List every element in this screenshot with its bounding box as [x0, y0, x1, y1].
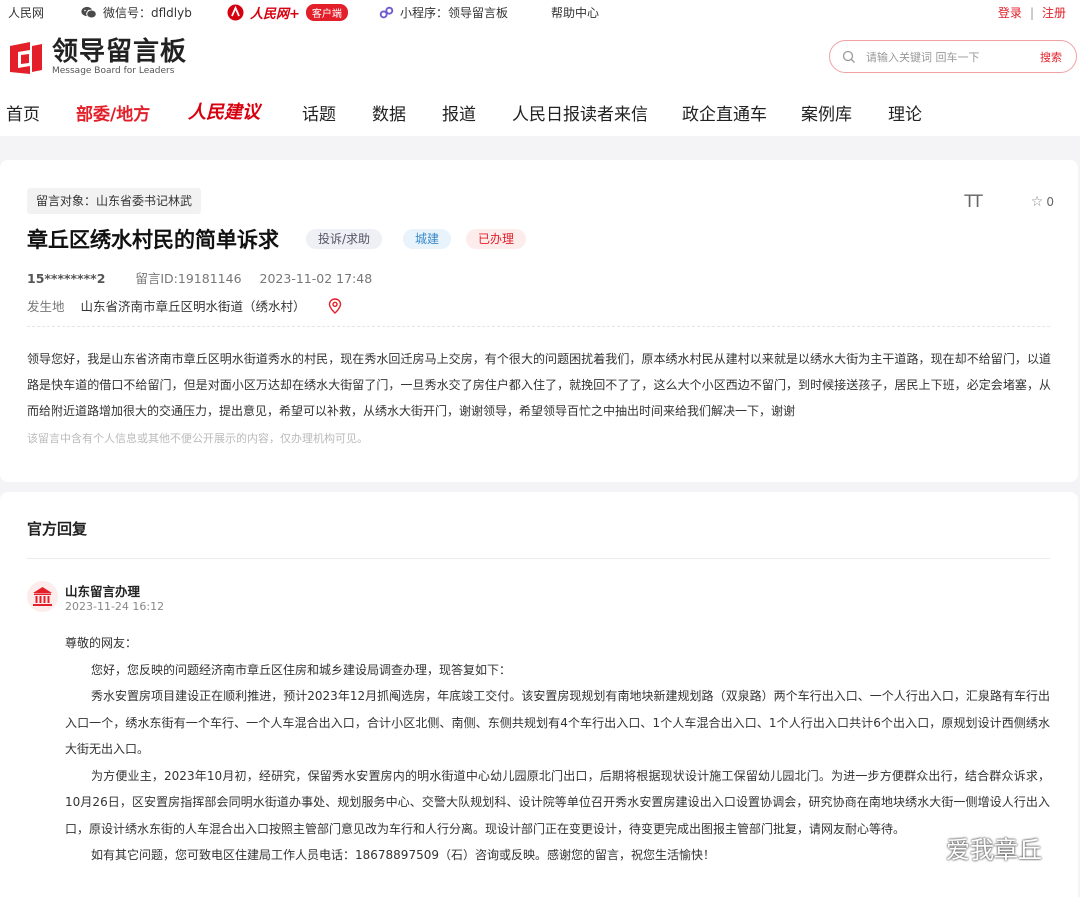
message-datetime: 2023-11-02 17:48 — [259, 271, 373, 286]
nav-readers-letters[interactable]: 人民日报读者来信 — [512, 100, 648, 125]
auth-separator: | — [1029, 6, 1034, 20]
main-nav: 首页 部委/地方 人民建议 话题 数据 报道 人民日报读者来信 政企直通车 案例… — [0, 98, 1080, 125]
wechat-icon — [81, 6, 97, 19]
message-tools: TT ☆ 0 — [964, 192, 1054, 212]
nav-home[interactable]: 首页 — [6, 100, 40, 125]
reply-paragraph: 如有其它问题，您可致电区住建局工作人员电话：18678897509（石）咨询或反… — [91, 848, 715, 862]
watermark: 爱我章丘 — [908, 830, 1042, 865]
reply-paragraph: 您好，您反映的问题经济南市章丘区住房和城乡建设局调查办理，现答复如下： — [91, 662, 512, 677]
register-link[interactable]: 注册 — [1042, 6, 1066, 20]
reply-card: 官方回复 山东留言办理 2023-11-24 16:12 尊敬的网友： 您好，您… — [0, 492, 1078, 897]
message-location: 发生地 山东省济南市章丘区明水街道（绣水村） — [27, 296, 342, 315]
site-link[interactable]: 人民网 — [8, 4, 44, 21]
tag-complaint[interactable]: 投诉/求助 — [306, 229, 383, 249]
star-icon[interactable]: ☆ — [1031, 194, 1044, 210]
location-label: 发生地 — [27, 299, 65, 314]
rmw-logo-icon — [227, 4, 244, 21]
search-input[interactable] — [866, 48, 1026, 66]
reply-org: 山东留言办理 — [65, 584, 141, 599]
rmw-logo-text: 人民网+ — [250, 7, 300, 22]
wechat-icon — [908, 836, 938, 859]
brand-mark-icon — [10, 41, 42, 74]
client-badge: 客户端 — [305, 4, 348, 21]
message-content: 领导您好，我是山东省济南市章丘区明水街道秀水的村民，现在秀水回迁房马上交房，有个… — [27, 352, 1051, 418]
login-link[interactable]: 登录 — [998, 6, 1022, 20]
reply-datetime: 2023-11-24 16:12 — [65, 600, 165, 613]
message-card: 留言对象：山东省委书记林武 TT ☆ 0 章丘区绣水村民的简单诉求 投诉/求助 … — [0, 160, 1078, 482]
reply-salutation: 尊敬的网友： — [65, 636, 138, 650]
favorite-count: 0 — [1046, 195, 1054, 209]
brand-name-cn: 领导留言板 — [52, 37, 188, 67]
wechat-account[interactable]: 微信号：dfldlyb — [81, 4, 192, 21]
nav-case-library[interactable]: 案例库 — [801, 100, 852, 125]
privacy-note: 该留言中含有个人信息或其他不便公开展示的内容，仅办理机构可见。 — [27, 432, 368, 445]
reply-paragraph: 秀水安置房项目建设正在顺利推进，预计2023年12月抓阄选房，年底竣工交付。该安… — [65, 689, 1050, 756]
message-target-label: 留言对象：山东省委书记林武 — [27, 188, 202, 214]
nav-reports[interactable]: 报道 — [442, 100, 476, 125]
miniprogram-icon — [379, 6, 394, 19]
avatar — [27, 581, 58, 612]
brand-logo[interactable]: 领导留言板 Message Board for Leaders — [8, 38, 187, 77]
location-pin-icon[interactable] — [328, 297, 342, 314]
brand-name-en: Message Board for Leaders — [52, 66, 175, 76]
government-building-icon — [33, 587, 52, 606]
miniprogram-link[interactable]: 小程序：领导留言板 — [379, 4, 508, 21]
nav-theory[interactable]: 理论 — [888, 100, 922, 125]
reply-heading: 官方回复 — [27, 520, 88, 538]
message-meta: 15********2 留言ID:19181146 2023-11-02 17:… — [27, 268, 372, 287]
font-size-toggle-icon[interactable]: TT — [964, 192, 983, 212]
nav-people-suggestions[interactable]: 人民建议 — [188, 98, 260, 124]
search-button[interactable]: 搜索 — [1040, 49, 1062, 65]
nav-ministries-local[interactable]: 部委/地方 — [76, 100, 150, 125]
watermark-text: 爱我章丘 — [946, 836, 1042, 864]
divider — [27, 558, 1050, 559]
brand-text: 领导留言板 Message Board for Leaders — [52, 38, 187, 77]
nav-data[interactable]: 数据 — [372, 100, 406, 125]
nav-topics[interactable]: 话题 — [302, 100, 336, 125]
miniprogram-label: 小程序：领导留言板 — [400, 6, 509, 20]
wechat-label: 微信号：dfldlyb — [103, 6, 192, 20]
nav-enterprise-express[interactable]: 政企直通车 — [682, 100, 767, 125]
status-badge: 已办理 — [466, 229, 527, 249]
search-box: 搜索 — [829, 40, 1077, 73]
message-user: 15********2 — [27, 271, 106, 286]
divider — [27, 326, 1050, 327]
reply-paragraph: 为方便业主，2023年10月初，经研究，保留秀水安置房内的明水街道中心幼儿园原北… — [65, 768, 1050, 836]
location-value: 山东省济南市章丘区明水街道（绣水村） — [80, 299, 306, 314]
message-id: 留言ID:19181146 — [135, 271, 242, 286]
auth-links: 登录 | 注册 — [998, 4, 1066, 21]
rmw-client-link[interactable]: 人民网+ 客户端 — [227, 3, 348, 22]
top-utility-bar: 人民网 微信号：dfldlyb 人民网+ 客户端 小程序：领导留言板 帮助中心 … — [0, 0, 1080, 24]
reply-body: 尊敬的网友： 您好，您反映的问题经济南市章丘区住房和城乡建设局调查办理，现答复如… — [65, 630, 1050, 869]
message-title: 章丘区绣水村民的简单诉求 — [27, 228, 279, 252]
help-center-link[interactable]: 帮助中心 — [551, 4, 599, 21]
site-header: 领导留言板 Message Board for Leaders 搜索 首页 部委… — [0, 24, 1080, 136]
search-icon — [842, 50, 855, 63]
tag-urban-construction[interactable]: 城建 — [403, 229, 452, 249]
